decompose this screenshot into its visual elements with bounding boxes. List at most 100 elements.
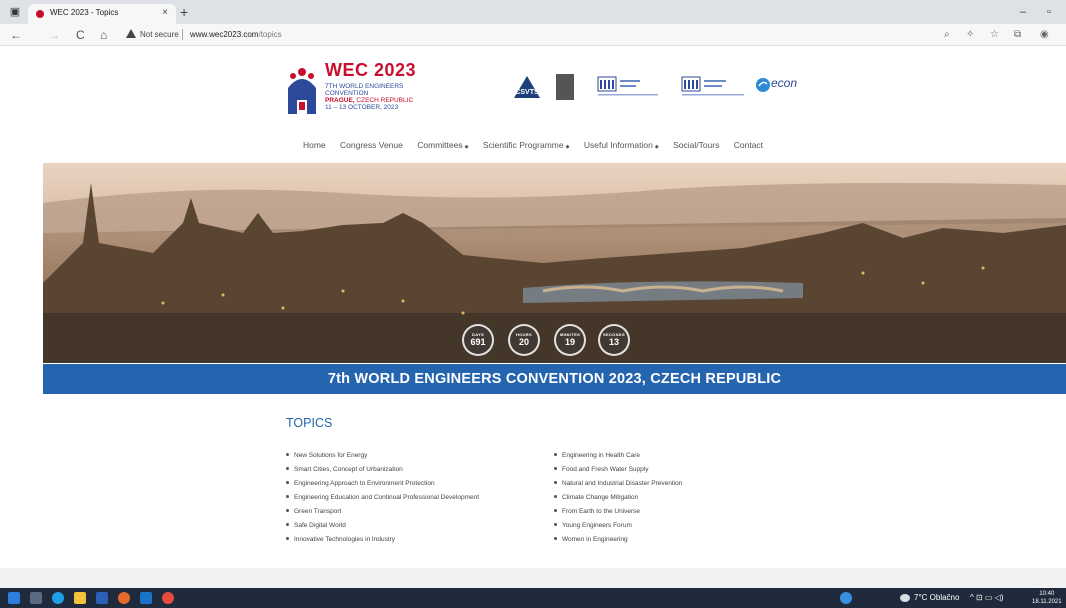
wec-emblem-icon: [288, 68, 316, 114]
bullet-icon: [286, 453, 289, 456]
restore-button[interactable]: ▫: [1042, 6, 1056, 18]
url-path: /topics: [258, 30, 282, 39]
url-input[interactable]: Not secure www.wec2023.com/topics: [122, 27, 962, 43]
logo-dates: 11 – 13 OCTOBER, 2023: [325, 104, 399, 111]
countdown-timer: DAYS 691 HOURS 20 MINUTES 19 SECONDS 13: [460, 324, 660, 356]
list-item: Engineering Approach to Environment Prot…: [286, 479, 479, 493]
profile-icon[interactable]: ◉: [1040, 28, 1049, 42]
url-text: www.wec2023.com/topics: [190, 30, 282, 39]
read-aloud-icon[interactable]: ✧: [966, 28, 974, 42]
topic-label: Green Transport: [294, 508, 342, 515]
nav-social-tours-label: Social/Tours: [673, 140, 720, 150]
not-secure-label[interactable]: Not secure: [140, 30, 179, 39]
partner-logo-2[interactable]: [556, 74, 574, 100]
topic-label: Engineering Approach to Environment Prot…: [294, 480, 435, 487]
collections-icon[interactable]: ⧉: [1014, 28, 1021, 42]
tray-app-icon[interactable]: [840, 592, 852, 604]
countdown-seconds-value: 13: [608, 337, 619, 347]
countdown-hours: HOURS 20: [508, 324, 540, 356]
tab-favicon-icon: [36, 10, 44, 18]
logo-city: PRAGUE,: [325, 97, 355, 104]
list-item: Natural and Industrial Disaster Preventi…: [554, 479, 682, 493]
nav-congress-venue-label: Congress Venue: [340, 140, 403, 150]
countdown-days-value: 691: [470, 337, 486, 347]
forward-arrow-icon[interactable]: →: [48, 27, 60, 43]
nav-committees[interactable]: Committees ◆: [417, 140, 468, 150]
bullet-icon: [286, 495, 289, 498]
home-icon[interactable]: ⌂: [100, 27, 107, 43]
dropdown-caret-icon: ◆: [654, 144, 659, 150]
topic-label: Climate Change Mitigation: [562, 494, 639, 501]
dropdown-caret-icon: ◆: [464, 144, 469, 150]
list-item: From Earth to the Universe: [554, 507, 682, 521]
topic-label: Innovative Technologies in Industry: [294, 536, 396, 543]
list-item: Safe Digital World: [286, 521, 479, 535]
topic-label: Engineering Education and Continual Prof…: [294, 494, 480, 501]
partner-logo-1[interactable]: ČSVTS: [512, 74, 542, 100]
nav-congress-venue[interactable]: Congress Venue: [340, 140, 403, 150]
page-footer-strip: [0, 568, 1066, 588]
list-item: Engineering in Health Care: [554, 451, 682, 465]
topic-label: Engineering in Health Care: [562, 452, 641, 459]
nav-contact-label: Contact: [733, 140, 764, 150]
topics-list-right: Engineering in Health Care Food and Fres…: [554, 451, 682, 549]
tab-actions-icon[interactable]: ▣: [8, 6, 22, 18]
list-item: Smart Cities, Concept of Urbanization: [286, 465, 479, 479]
partner-logo-unesco-1[interactable]: [596, 74, 662, 100]
bullet-icon: [286, 509, 289, 512]
partner-logo-econ[interactable]: econ: [755, 74, 811, 96]
list-item: Women in Engineering: [554, 535, 682, 549]
nav-contact[interactable]: Contact: [734, 140, 763, 150]
bullet-icon: [554, 495, 557, 498]
file-explorer-icon[interactable]: [74, 592, 86, 604]
app-icon[interactable]: [162, 592, 174, 604]
countdown-seconds: SECONDS 13: [598, 324, 630, 356]
tab-close-icon[interactable]: ×: [162, 7, 168, 18]
nav-home[interactable]: Home: [303, 140, 326, 150]
bullet-icon: [554, 509, 557, 512]
reload-icon[interactable]: C: [76, 27, 85, 43]
weather-cloud-icon[interactable]: [900, 594, 910, 602]
main-nav: Home Congress Venue Committees ◆ Scientif…: [0, 140, 1066, 156]
logo-title: WEC 2023: [325, 60, 417, 80]
nav-social-tours[interactable]: Social/Tours: [673, 140, 719, 150]
outlook-icon[interactable]: [140, 592, 152, 604]
nav-scientific-programme[interactable]: Scientific Programme ◆: [483, 140, 570, 150]
topic-label: Young Engineers Forum: [562, 522, 632, 529]
topic-label: Natural and Industrial Disaster Preventi…: [562, 480, 683, 487]
topic-label: Safe Digital World: [294, 522, 346, 529]
countdown-days: DAYS 691: [462, 324, 494, 356]
list-item: Young Engineers Forum: [554, 521, 682, 535]
dropdown-caret-icon: ◆: [565, 144, 570, 150]
bullet-icon: [554, 467, 557, 470]
tray-icons[interactable]: ^ ⊡ ▭ ◁): [970, 593, 1004, 602]
browser-tab[interactable]: WEC 2023 - Topics ×: [28, 4, 176, 24]
topic-label: From Earth to the Universe: [562, 508, 641, 515]
convention-banner: 7th WORLD ENGINEERS CONVENTION 2023, CZE…: [43, 364, 1066, 394]
back-arrow-icon[interactable]: ←: [10, 27, 22, 43]
econ-mark-icon: [756, 78, 770, 92]
start-windows-icon[interactable]: [8, 592, 20, 604]
system-clock[interactable]: 10:40 18.11.2021: [1032, 590, 1062, 606]
word-icon[interactable]: [96, 592, 108, 604]
new-tab-button[interactable]: +: [180, 4, 188, 20]
minimize-button[interactable]: –: [1016, 6, 1030, 18]
wec-logo[interactable]: WEC 2023 7TH WORLD ENGINEERS CONVENTION …: [285, 60, 435, 120]
logo-line-2: CONVENTION: [325, 90, 369, 97]
firefox-icon[interactable]: [118, 592, 130, 604]
warning-icon: [126, 29, 136, 38]
address-divider: [182, 29, 183, 40]
countdown-hours-value: 20: [518, 337, 529, 347]
favorites-icon[interactable]: ☆: [990, 28, 999, 42]
nav-useful-information[interactable]: Useful Information ◆: [584, 140, 659, 150]
task-view-icon[interactable]: [30, 592, 42, 604]
partner-logo-unesco-2[interactable]: [680, 74, 746, 100]
edge-browser-icon[interactable]: [52, 592, 64, 604]
svg-text:ČSVTS: ČSVTS: [515, 87, 539, 96]
browser-tab-bar: ▣ WEC 2023 - Topics × + – ▫: [0, 0, 1066, 24]
zoom-icon[interactable]: ⌕: [944, 28, 950, 42]
list-item: Food and Fresh Water Supply: [554, 465, 682, 479]
browser-address-bar: ← → C ⌂ Not secure www.wec2023.com/topic…: [0, 24, 1066, 46]
topic-label: Smart Cities, Concept of Urbanization: [294, 466, 403, 473]
weather-label[interactable]: 7°C Oblačno: [914, 593, 959, 602]
